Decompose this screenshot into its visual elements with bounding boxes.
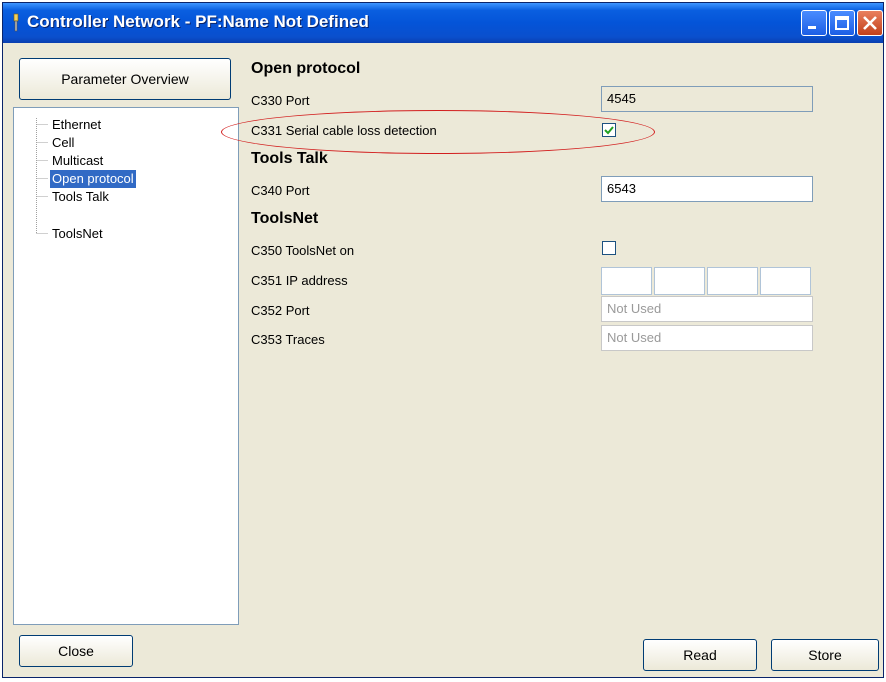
- section-open-protocol: Open protocol: [251, 60, 361, 77]
- tree-item-label: Ethernet: [52, 117, 102, 132]
- section-tools-talk: Tools Talk: [251, 150, 328, 167]
- c352-port-label: C352 Port: [251, 303, 310, 318]
- minimize-icon: [808, 26, 816, 29]
- close-button[interactable]: Close: [19, 635, 133, 667]
- app-icon: [13, 13, 19, 32]
- c353-traces-label: C353 Traces: [251, 332, 325, 347]
- parameter-overview-button[interactable]: Parameter Overview: [19, 58, 231, 100]
- c330-port-field[interactable]: 4545: [601, 86, 813, 112]
- tree-lines: [36, 118, 48, 234]
- minimize-button[interactable]: [801, 10, 827, 36]
- maximize-button[interactable]: [829, 10, 855, 36]
- maximize-icon: [835, 16, 849, 30]
- c340-port-label: C340 Port: [251, 183, 310, 198]
- window-title: Controller Network - PF:Name Not Defined: [27, 12, 369, 31]
- title-bar[interactable]: Controller Network - PF:Name Not Defined: [3, 3, 883, 43]
- close-icon: [863, 16, 877, 30]
- ip-octet-1[interactable]: [601, 267, 652, 295]
- tree-item-label: ToolsNet: [52, 226, 103, 241]
- c352-port-field[interactable]: Not Used: [601, 296, 813, 322]
- c351-ip-label: C351 IP address: [251, 273, 348, 288]
- tree-item-label: Multicast: [52, 153, 104, 168]
- tree-item-label: Cell: [52, 135, 75, 150]
- c340-port-field[interactable]: 6543: [601, 176, 813, 202]
- read-button[interactable]: Read: [643, 639, 757, 671]
- c330-port-label: C330 Port: [251, 93, 310, 108]
- ip-octet-3[interactable]: [707, 267, 758, 295]
- tree-item-label: Open protocol: [50, 170, 136, 188]
- ip-octet-4[interactable]: [760, 267, 811, 295]
- tree-item-label: Tools Talk: [52, 189, 109, 204]
- controller-network-window: Controller Network - PF:Name Not Defined…: [2, 2, 884, 678]
- store-button[interactable]: Store: [771, 639, 879, 671]
- annotation-oval: [221, 110, 655, 154]
- section-toolsnet: ToolsNet: [251, 210, 319, 227]
- ip-octet-2[interactable]: [654, 267, 705, 295]
- c350-toolsnet-checkbox[interactable]: [602, 241, 616, 255]
- c353-traces-field[interactable]: Not Used: [601, 325, 813, 351]
- navigation-tree: Ethernet Cell Multicast Open protocol To…: [13, 107, 239, 625]
- c350-toolsnet-on-label: C350 ToolsNet on: [251, 243, 355, 258]
- close-window-button[interactable]: [857, 10, 883, 36]
